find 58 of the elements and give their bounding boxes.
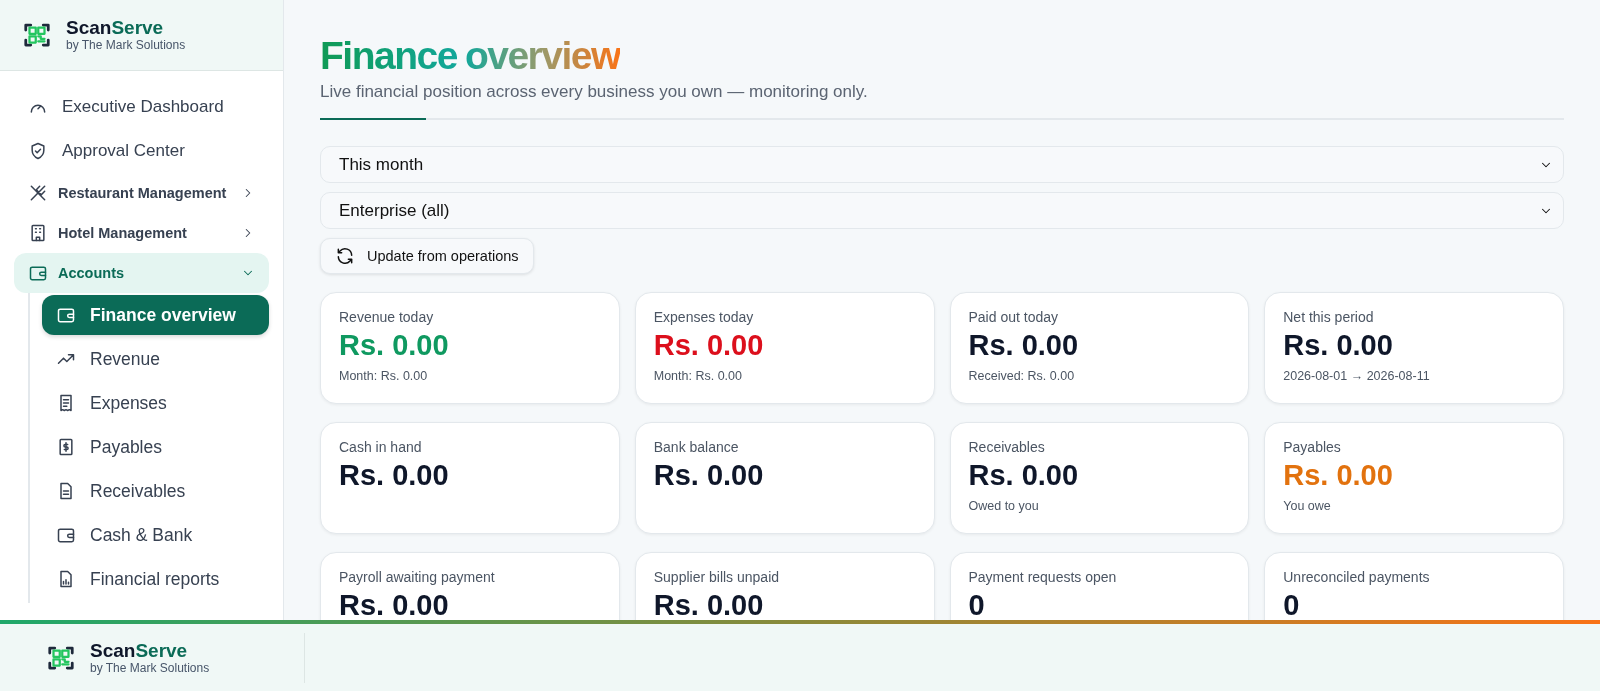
sidebar-item[interactable]: Executive Dashboard	[14, 85, 269, 129]
metric-value: 0	[968, 588, 986, 620]
wallet-icon	[56, 525, 76, 545]
metric-label: Payroll awaiting payment	[339, 569, 496, 585]
metric-note: Received: Rs. 0.00	[968, 369, 1076, 383]
metric-label: Cash in hand	[339, 439, 423, 455]
metric-label: Bank balance	[653, 439, 740, 455]
sidebar-item[interactable]: Finance overview	[42, 295, 269, 335]
metric-value: Rs. 0.00	[339, 458, 450, 492]
metric-value: Rs. 0.00	[653, 328, 765, 362]
metric-value: Rs. 0.00	[1283, 328, 1394, 362]
sidebar-item[interactable]: Approval Center	[14, 129, 269, 173]
metric-value: Rs. 0.00	[653, 588, 765, 620]
metric-label: Expenses today	[653, 309, 755, 325]
metric-note: Owed to you	[968, 499, 1040, 513]
metric-label: Unreconciled payments	[1283, 569, 1431, 585]
sidebar-item[interactable]: Cash & Bank	[42, 515, 269, 555]
metric-value: Rs. 0.00	[968, 458, 1080, 492]
metric-value: Rs. 0.00	[1283, 458, 1394, 492]
metric-value: Rs. 0.00	[968, 328, 1080, 362]
sidebar-group[interactable]: Hotel Management	[14, 213, 269, 253]
metric-label: Revenue today	[339, 309, 435, 325]
metric-note: Month: Rs. 0.00	[339, 369, 429, 383]
sidebar-item[interactable]: Revenue	[42, 339, 269, 379]
sidebar-item[interactable]: Payables	[42, 427, 269, 467]
sidebar-item[interactable]: Receivables	[42, 471, 269, 511]
brand-name: ScanServe	[90, 640, 189, 661]
brand-name: ScanServe	[66, 18, 165, 38]
refresh-icon	[335, 246, 355, 266]
metric-value: Rs. 0.00	[339, 328, 450, 362]
metric-label: Receivables	[968, 439, 1046, 455]
metric-note: You owe	[1283, 499, 1332, 513]
sidebar-item[interactable]: Expenses	[42, 383, 269, 423]
metric-value: Rs. 0.00	[339, 588, 450, 620]
sidebar-group[interactable]: Accounts	[14, 253, 269, 293]
metric-label: Payables	[1283, 439, 1342, 455]
sidebar-item[interactable]: Financial reports	[42, 559, 269, 599]
sidebar-group[interactable]: Restaurant Management	[14, 173, 269, 213]
metric-label: Payment requests open	[968, 569, 1118, 585]
metric-note: Month: Rs. 0.00	[653, 369, 743, 383]
metric-label: Supplier bills unpaid	[653, 569, 781, 585]
utensils-icon	[28, 183, 48, 203]
wallet-icon	[56, 305, 76, 325]
metric-label: Paid out today	[968, 309, 1059, 325]
metric-label: Net this period	[1283, 309, 1375, 325]
dollar-document-icon	[56, 437, 76, 457]
brand-byline: by The Mark Solutions	[66, 38, 186, 52]
brand-byline: by The Mark Solutions	[90, 660, 210, 675]
wallet-icon	[28, 263, 48, 283]
metric-note: 2026-08-01 → 2026-08-11	[1283, 369, 1431, 383]
metric-value: 0	[1283, 588, 1301, 620]
update-button[interactable]: Update from operations	[320, 238, 534, 274]
metric-value: Rs. 0.00	[653, 458, 765, 492]
building-icon	[28, 223, 48, 243]
scope-select[interactable]: Enterprise (all)	[320, 192, 1564, 229]
shield-icon	[28, 141, 48, 161]
period-select[interactable]: This month	[320, 146, 1564, 183]
page-subtitle: Live financial position across every business you own — monitoring only.	[320, 82, 869, 102]
